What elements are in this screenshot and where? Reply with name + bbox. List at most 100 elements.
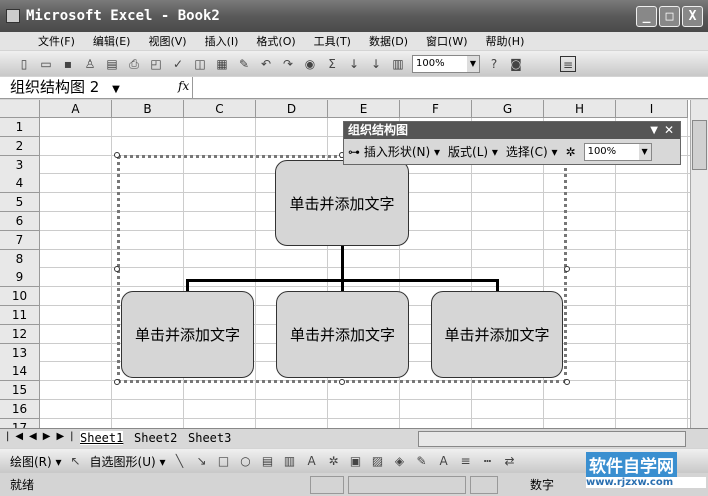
zoom-combo[interactable]: 100% ▼ (412, 54, 480, 73)
org-box-child[interactable]: 单击并添加文字 (276, 291, 409, 378)
draw-menu-button[interactable]: 绘图(R) ▾ (10, 453, 62, 470)
clipart-icon[interactable]: ▣ (348, 453, 364, 469)
column-header[interactable]: G (472, 100, 544, 118)
org-zoom-combo[interactable]: 100% ▼ (583, 142, 652, 161)
column-header[interactable]: E (328, 100, 400, 118)
layout-button[interactable]: 版式(L) ▾ (448, 143, 498, 160)
fill-color-icon[interactable]: ◈ (392, 453, 408, 469)
rectangle-icon[interactable]: □ (216, 453, 232, 469)
close-icon[interactable]: ✕ (664, 122, 674, 139)
line-icon[interactable]: ╲ (172, 453, 188, 469)
minimize-button[interactable]: _ (636, 6, 657, 27)
vertical-textbox-icon[interactable]: ▥ (282, 453, 298, 469)
permission-icon[interactable]: ♙ (82, 56, 98, 72)
vertical-scrollbar[interactable] (690, 100, 708, 428)
tab-sheet1[interactable]: Sheet1 (80, 431, 124, 445)
column-header[interactable]: I (616, 100, 688, 118)
row-header[interactable]: 8 (0, 249, 40, 269)
chart-wizard-icon[interactable]: ▥ (390, 56, 406, 72)
row-header[interactable]: 12 (0, 324, 40, 344)
print-icon[interactable]: ⎙ (126, 56, 142, 72)
arrow-icon[interactable]: ↘ (194, 453, 210, 469)
sheet-nav-buttons[interactable]: |◀◀▶▶| (6, 431, 80, 442)
column-header[interactable]: H (544, 100, 616, 118)
email-icon[interactable]: ▤ (104, 56, 120, 72)
column-header[interactable]: B (112, 100, 184, 118)
open-icon[interactable]: ▭ (38, 56, 54, 72)
wordart-icon[interactable]: A (304, 453, 320, 469)
tab-sheet2[interactable]: Sheet2 (134, 431, 177, 445)
row-header[interactable]: 15 (0, 381, 40, 401)
line-style-icon[interactable]: ≡ (458, 453, 474, 469)
textbox-icon[interactable]: ▤ (260, 453, 276, 469)
row-header[interactable]: 13 (0, 343, 40, 363)
column-header[interactable]: C (184, 100, 256, 118)
diagram-icon[interactable]: ✲ (326, 453, 342, 469)
row-header[interactable]: 6 (0, 212, 40, 231)
redo-icon[interactable]: ↷ (280, 56, 296, 72)
picture-icon[interactable]: ▨ (370, 453, 386, 469)
row-header[interactable]: 5 (0, 193, 40, 213)
new-icon[interactable]: ▯ (16, 56, 32, 72)
resize-handle[interactable] (564, 266, 570, 272)
menu-insert[interactable]: 插入(I) (205, 33, 239, 49)
tab-sheet3[interactable]: Sheet3 (188, 431, 231, 445)
org-box-child[interactable]: 单击并添加文字 (431, 291, 563, 378)
camera-icon[interactable]: ◙ (508, 56, 524, 72)
menu-file[interactable]: 文件(F) (38, 33, 75, 49)
line-color-icon[interactable]: ✎ (414, 453, 430, 469)
research-icon[interactable]: ◫ (192, 56, 208, 72)
row-header[interactable]: 7 (0, 230, 40, 250)
resize-handle[interactable] (339, 379, 345, 385)
menu-edit[interactable]: 编辑(E) (93, 33, 131, 49)
save-icon[interactable]: ▪ (60, 56, 76, 72)
row-header[interactable]: 2 (0, 136, 40, 156)
column-header[interactable]: D (256, 100, 328, 118)
menu-help[interactable]: 帮助(H) (486, 33, 525, 49)
row-header[interactable]: 1 (0, 118, 40, 137)
autoformat-icon[interactable]: ✲ (566, 145, 576, 159)
scroll-thumb[interactable] (692, 120, 707, 170)
row-header[interactable]: 14 (0, 362, 40, 382)
font-color-icon[interactable]: A (436, 453, 452, 469)
select-objects-icon[interactable]: ↖ (68, 453, 84, 469)
org-toolbar-title-bar[interactable]: 组织结构图 ▼ ✕ (344, 122, 680, 139)
formula-input[interactable] (192, 77, 708, 98)
oval-icon[interactable]: ○ (238, 453, 254, 469)
menu-view[interactable]: 视图(V) (148, 33, 186, 49)
format-painter-icon[interactable]: ✎ (236, 56, 252, 72)
row-header[interactable]: 9 (0, 268, 40, 288)
align-center-icon[interactable]: ≡ (560, 55, 576, 72)
insert-shape-button[interactable]: ⊶ 插入形状(N) ▾ (348, 143, 440, 160)
column-header[interactable]: A (40, 100, 112, 118)
select-all[interactable] (0, 100, 40, 118)
arrow-style-icon[interactable]: ⇄ (502, 453, 518, 469)
row-header[interactable]: 11 (0, 306, 40, 325)
dash-style-icon[interactable]: ┅ (480, 453, 496, 469)
resize-handle[interactable] (114, 152, 120, 158)
select-button[interactable]: 选择(C) ▾ (506, 143, 558, 160)
resize-handle[interactable] (564, 379, 570, 385)
undo-icon[interactable]: ↶ (258, 56, 274, 72)
menu-tools[interactable]: 工具(T) (314, 33, 351, 49)
column-header[interactable]: F (400, 100, 472, 118)
print-preview-icon[interactable]: ◰ (148, 56, 164, 72)
options-dropdown-icon[interactable]: ▼ (650, 122, 658, 139)
chevron-down-icon[interactable]: ▼ (112, 84, 120, 95)
menu-window[interactable]: 窗口(W) (426, 33, 467, 49)
paste-icon[interactable]: ▦ (214, 56, 230, 72)
row-header[interactable]: 17 (0, 418, 40, 428)
maximize-button[interactable]: □ (659, 6, 680, 27)
menu-format[interactable]: 格式(O) (256, 33, 295, 49)
row-header[interactable]: 4 (0, 174, 40, 194)
name-box[interactable]: 组织结构图 2 ▼ (0, 77, 140, 98)
resize-handle[interactable] (114, 379, 120, 385)
org-box-child[interactable]: 单击并添加文字 (121, 291, 254, 378)
org-box-top[interactable]: 单击并添加文字 (275, 160, 409, 246)
resize-handle[interactable] (114, 266, 120, 272)
row-header[interactable]: 10 (0, 287, 40, 307)
hyperlink-icon[interactable]: ◉ (302, 56, 318, 72)
menu-data[interactable]: 数据(D) (369, 33, 408, 49)
sort-asc-icon[interactable]: ↓ (346, 56, 362, 72)
autoshapes-button[interactable]: 自选图形(U) ▾ (90, 453, 166, 470)
